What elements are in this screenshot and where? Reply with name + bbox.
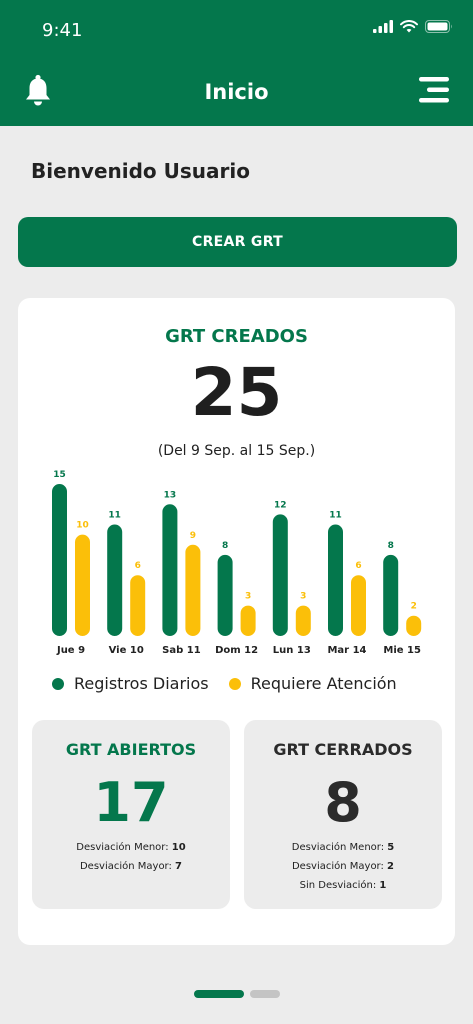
legend-label-registros: Registros Diarios (74, 674, 209, 693)
legend-dot-green (52, 677, 64, 690)
closed-none-line: Sin Desviación: 1 (244, 880, 442, 899)
closed-grt-value: 8 (324, 771, 362, 834)
open-major-label: Desviación Mayor: (79, 861, 176, 872)
closed-minor-line: Desviación Menor: 5 (244, 842, 442, 861)
data-label-atencion-6: 2 (411, 602, 417, 612)
closed-major-label: Desviación Mayor: (291, 861, 388, 872)
open-major-value: 7 (175, 861, 183, 872)
open-grt-card[interactable]: GRT ABIERTOS 17 Desviación Menor: 10 Des… (32, 720, 230, 909)
bar-registros-3 (217, 554, 233, 636)
page-dot-inactive[interactable] (250, 990, 280, 998)
x-tick-label: Jue 9 (56, 645, 85, 656)
bar-atencion-0 (75, 534, 90, 636)
x-tick-label: Dom 12 (215, 645, 258, 656)
x-tick-label: Sab 11 (162, 645, 201, 656)
open-grt-title: GRT ABIERTOS (65, 740, 197, 759)
closed-grt-card[interactable]: GRT CERRADOS 8 Desviación Menor: 5 Desvi… (244, 720, 442, 909)
closed-none-label: Sin Desviación: (299, 880, 380, 891)
menu-icon (419, 77, 449, 103)
open-minor-label: Desviación Menor: (76, 842, 172, 853)
data-label-registros-3: 8 (222, 541, 228, 551)
data-label-registros-2: 13 (164, 490, 177, 500)
bar-atencion-1 (130, 575, 146, 636)
open-grt-value: 17 (93, 771, 169, 834)
page-title: Inicio (204, 80, 269, 104)
data-label-atencion-4: 3 (300, 592, 306, 602)
legend-label-atencion: Requiere Atención (250, 674, 397, 693)
closed-minor-label: Desviación Menor: (291, 842, 388, 853)
bar-registros-5 (328, 524, 343, 636)
status-bar: 9:41 (0, 0, 473, 58)
page-dot-active[interactable] (194, 990, 244, 998)
date-range: (Del 9 Sep. al 15 Sep.) (157, 443, 316, 459)
bar-atencion-5 (351, 575, 366, 636)
summary-title: GRT CREADOS (165, 326, 308, 347)
bar-registros-1 (107, 524, 123, 636)
chart-legend: Registros Diarios Requiere Atención (52, 674, 417, 693)
create-grt-button[interactable]: CREAR GRT (18, 217, 457, 267)
data-label-registros-4: 12 (274, 500, 287, 510)
status-icons (373, 20, 453, 33)
x-tick-label: Mie 15 (383, 645, 421, 656)
open-grt-details: Desviación Menor: 10 Desviación Mayor: 7 (32, 842, 230, 880)
status-time: 9:41 (42, 20, 83, 41)
closed-grt-details: Desviación Menor: 5 Desviación Mayor: 2 … (244, 842, 442, 899)
x-tick-label: Vie 10 (109, 645, 144, 656)
open-major-line: Desviación Mayor: 7 (32, 861, 230, 880)
app-header: Inicio (0, 58, 473, 126)
data-label-registros-1: 11 (108, 511, 121, 521)
open-minor-line: Desviación Menor: 10 (32, 842, 230, 861)
data-label-atencion-2: 9 (190, 531, 196, 541)
x-tick-label: Mar 14 (327, 645, 366, 656)
battery-icon (425, 20, 452, 33)
welcome-text: Bienvenido Usuario (31, 159, 250, 183)
signal-icon (373, 20, 393, 33)
closed-major-line: Desviación Mayor: 2 (244, 861, 442, 880)
bar-atencion-6 (406, 615, 422, 636)
summary-total: 25 (190, 354, 283, 431)
closed-grt-title: GRT CERRADOS (273, 740, 413, 759)
closed-none-value: 1 (379, 880, 387, 891)
legend-item-registros: Registros Diarios (52, 674, 209, 693)
data-label-atencion-5: 6 (355, 561, 361, 571)
bar-chart: 15 10 Jue 9 11 6 Vie 10 13 9 Sab 11 8 3 Dom 12 12 3 Lu… (52, 470, 422, 656)
legend-dot-yellow (228, 677, 241, 690)
bar-atencion-3 (240, 605, 256, 636)
data-label-atencion-0: 10 (76, 521, 89, 531)
data-label-registros-0: 15 (53, 470, 66, 480)
wifi-icon (400, 20, 418, 33)
summary-card: GRT CREADOS 25 (Del 9 Sep. al 15 Sep.) 1… (18, 298, 455, 945)
bar-registros-0 (52, 484, 67, 636)
legend-item-atencion: Requiere Atención (228, 674, 397, 693)
page-indicator (194, 990, 280, 998)
bar-registros-6 (383, 554, 399, 636)
x-tick-label: Lun 13 (273, 645, 311, 656)
closed-minor-value: 5 (387, 842, 395, 853)
data-label-atencion-1: 6 (135, 561, 141, 571)
open-minor-value: 10 (171, 842, 186, 853)
data-label-registros-6: 8 (388, 541, 394, 551)
menu-button[interactable] (419, 77, 449, 107)
data-label-atencion-3: 3 (245, 592, 251, 602)
closed-major-value: 2 (387, 861, 395, 872)
bar-atencion-4 (295, 605, 311, 636)
bar-atencion-2 (185, 544, 201, 636)
bar-registros-4 (272, 514, 288, 636)
bar-registros-2 (162, 504, 178, 636)
data-label-registros-5: 11 (329, 511, 342, 521)
